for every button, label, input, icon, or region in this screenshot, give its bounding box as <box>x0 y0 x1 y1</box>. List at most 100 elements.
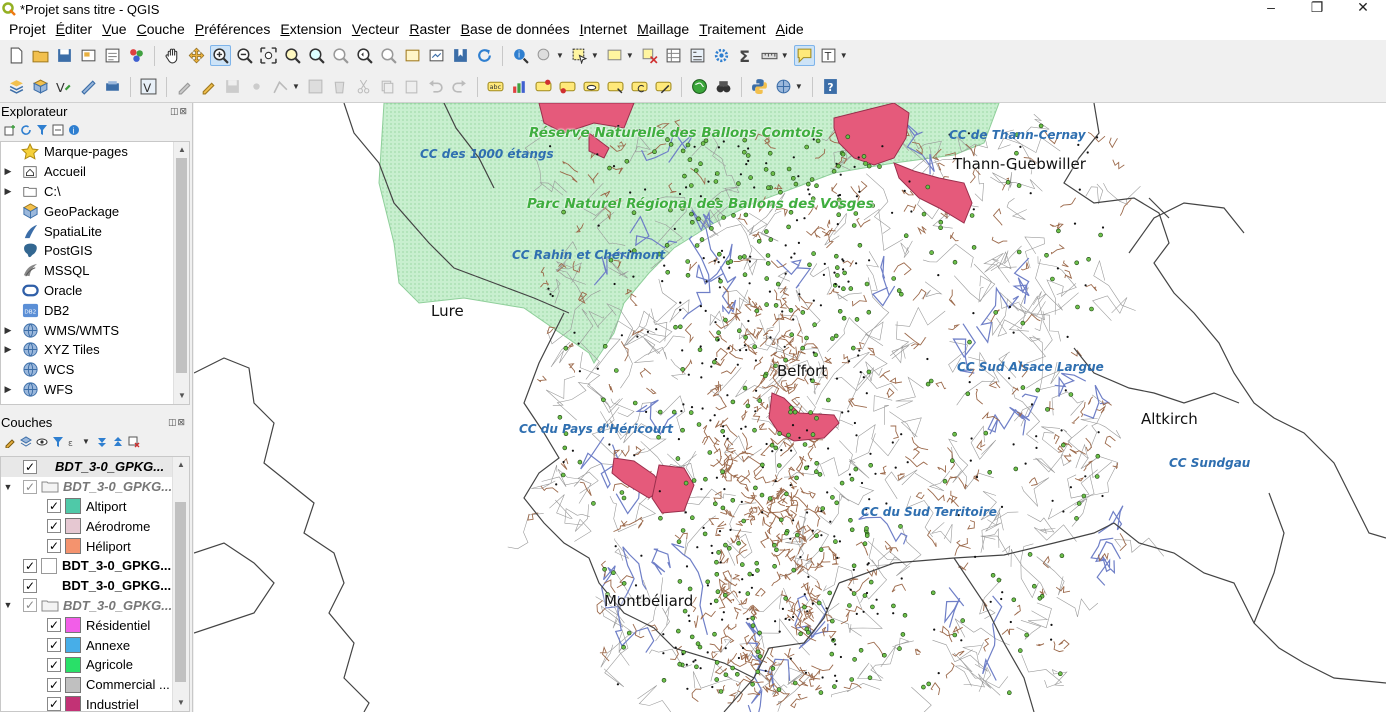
browser-item-xyz-tiles[interactable]: ▶ XYZ Tiles <box>1 340 189 360</box>
menu-editer[interactable]: Éditer <box>51 19 98 39</box>
zoom-selection-icon[interactable] <box>282 45 303 66</box>
paste-features-icon[interactable] <box>401 76 422 97</box>
maximize-button[interactable]: ❐ <box>1294 0 1340 18</box>
legend-class-row[interactable]: ✓ Aérodrome <box>1 516 189 536</box>
browser-item-mssql[interactable]: MSSQL <box>1 261 189 281</box>
menu-maillage[interactable]: Maillage <box>632 19 694 39</box>
save-edits-icon[interactable] <box>222 76 243 97</box>
map-canvas[interactable]: CC des 1000 étangs CC de Thann-Cernay CC… <box>194 103 1386 712</box>
text-annotation-icon[interactable]: T <box>818 45 839 66</box>
legend-class-row[interactable]: ✓ Industriel <box>1 695 189 711</box>
open-project-icon[interactable] <box>30 45 51 66</box>
zoom-last-icon[interactable] <box>354 45 375 66</box>
class-visibility-checkbox[interactable]: ✓ <box>47 618 61 633</box>
rotate-label-icon[interactable] <box>629 76 650 97</box>
zoom-layer-icon[interactable] <box>306 45 327 66</box>
filter-expression-icon[interactable]: ε <box>68 436 80 448</box>
new-3d-map-icon[interactable] <box>426 45 447 66</box>
pin-labels-icon[interactable] <box>533 76 554 97</box>
layer-row[interactable]: ✓ BDT_3-0_GPKG... <box>1 576 189 596</box>
save-project-icon[interactable] <box>54 45 75 66</box>
feature-action-icon[interactable] <box>534 45 555 66</box>
new-project-icon[interactable] <box>6 45 27 66</box>
dropdown-arrow-icon[interactable]: ▼ <box>795 82 803 91</box>
add-selected-layers-icon[interactable] <box>4 124 16 136</box>
dropdown-arrow-icon[interactable]: ▼ <box>626 51 634 60</box>
pan-hand-icon[interactable] <box>162 45 183 66</box>
new-map-view-icon[interactable] <box>402 45 423 66</box>
zoom-next-icon[interactable] <box>378 45 399 66</box>
filter-browser-icon[interactable] <box>36 124 48 136</box>
menu-vecteur[interactable]: Vecteur <box>347 19 405 39</box>
label-toolbar-icon[interactable]: abc <box>485 76 506 97</box>
menu-traitement[interactable]: Traitement <box>694 19 770 39</box>
remove-layer-icon[interactable] <box>128 436 140 448</box>
scroll-thumb[interactable] <box>176 158 187 373</box>
data-source-manager-icon[interactable] <box>6 76 27 97</box>
class-visibility-checkbox[interactable]: ✓ <box>47 539 61 554</box>
layer-visibility-checkbox[interactable]: ✓ <box>23 459 37 474</box>
layer-visibility-checkbox[interactable]: ✓ <box>23 558 37 573</box>
browser-item-wcs[interactable]: WCS <box>1 360 189 380</box>
minimize-button[interactable]: – <box>1248 0 1294 18</box>
browser-item-c-drive[interactable]: ▶ C:\ <box>1 182 189 202</box>
menu-internet[interactable]: Internet <box>575 19 632 39</box>
expand-all-icon[interactable] <box>96 436 108 448</box>
class-visibility-checkbox[interactable]: ✓ <box>47 677 61 692</box>
add-group-icon[interactable] <box>20 435 32 448</box>
dropdown-arrow-icon[interactable]: ▼ <box>591 51 599 60</box>
properties-info-icon[interactable]: i <box>68 124 80 136</box>
add-vector-layer-icon[interactable]: V <box>138 76 159 97</box>
modify-attributes-icon[interactable] <box>305 76 326 97</box>
legend-class-row[interactable]: ✓ Agricole <box>1 655 189 675</box>
browser-item-db2[interactable]: DB2 DB2 <box>1 300 189 320</box>
globe-green-icon[interactable] <box>689 76 710 97</box>
zoom-out-icon[interactable] <box>234 45 255 66</box>
layer-row[interactable]: ✓ BDT_3-0_GPKG... <box>1 556 189 576</box>
new-print-layout-icon[interactable] <box>78 45 99 66</box>
browser-item-postgis[interactable]: PostGIS <box>1 241 189 261</box>
menu-extension[interactable]: Extension <box>275 19 347 39</box>
menu-base-de-donnees[interactable]: Base de données <box>456 19 575 39</box>
browser-item-geopackage[interactable]: GeoPackage <box>1 201 189 221</box>
class-visibility-checkbox[interactable]: ✓ <box>47 638 61 653</box>
pan-to-selection-icon[interactable] <box>186 45 207 66</box>
redo-icon[interactable] <box>449 76 470 97</box>
new-virtual-layer-icon[interactable] <box>102 76 123 97</box>
close-button[interactable]: ✕ <box>1340 0 1386 18</box>
current-edits-icon[interactable] <box>174 76 195 97</box>
manage-map-themes-icon[interactable] <box>36 436 48 448</box>
dropdown-arrow-icon[interactable]: ▼ <box>556 51 564 60</box>
select-by-value-icon[interactable] <box>604 45 625 66</box>
menu-projet[interactable]: Projet <box>4 19 51 39</box>
legend-class-row[interactable]: ✓ Commercial ... <box>1 675 189 695</box>
layer-group-row[interactable]: ▼ ✓ BDT_3-0_GPKG... <box>1 596 189 616</box>
new-shapefile-icon[interactable]: V <box>54 76 75 97</box>
legend-class-row[interactable]: ✓ Annexe <box>1 635 189 655</box>
browser-item-marque-pages[interactable]: Marque-pages <box>1 142 189 162</box>
layer-row[interactable]: ✓ BDT_3-0_GPKG... <box>1 457 189 477</box>
refresh-icon[interactable] <box>474 45 495 66</box>
map-tips-icon[interactable] <box>793 45 815 66</box>
dropdown-arrow-icon[interactable]: ▼ <box>781 51 789 60</box>
toolbox-gear-icon[interactable] <box>711 45 732 66</box>
show-hide-labels-icon[interactable] <box>581 76 602 97</box>
statistics-sigma-icon[interactable]: Σ <box>735 45 756 66</box>
delete-selected-icon[interactable] <box>329 76 350 97</box>
scroll-thumb[interactable] <box>175 502 186 682</box>
zoom-native-icon[interactable] <box>330 45 351 66</box>
select-features-icon[interactable] <box>569 45 590 66</box>
browser-scrollbar[interactable]: ▲ ▼ <box>173 142 189 404</box>
filter-legend-icon[interactable] <box>52 436 64 448</box>
layout-manager-icon[interactable] <box>102 45 123 66</box>
menu-raster[interactable]: Raster <box>404 19 455 39</box>
browser-item-spatialite[interactable]: SpatiaLite <box>1 221 189 241</box>
menu-couche[interactable]: Couche <box>132 19 190 39</box>
legend-class-row[interactable]: ✓ Altiport <box>1 497 189 517</box>
layer-visibility-checkbox[interactable]: ✓ <box>23 578 37 593</box>
toggle-editing-pencil-icon[interactable] <box>198 76 219 97</box>
dropdown-arrow-icon[interactable]: ▼ <box>82 436 90 448</box>
deselect-all-icon[interactable] <box>639 45 660 66</box>
scroll-up-arrow-icon[interactable]: ▲ <box>174 142 189 158</box>
layer-styling-icon[interactable] <box>4 436 16 448</box>
